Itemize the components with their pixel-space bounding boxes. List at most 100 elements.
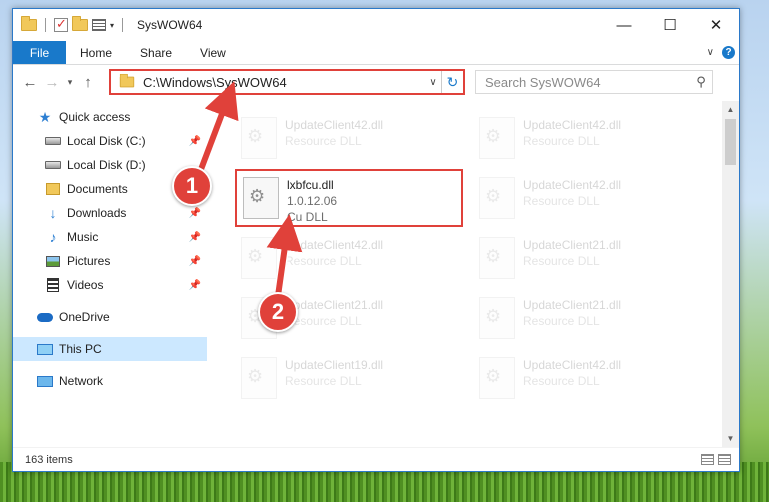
sidebar-item-music[interactable]: ♪ Music 📌 [13,225,207,249]
customize-toolbar-arrow-icon[interactable]: ▾ [110,21,114,30]
sidebar-item-onedrive[interactable]: OneDrive [13,305,207,329]
pin-icon[interactable]: 📌 [189,256,201,267]
properties-icon[interactable] [92,19,106,31]
file-name: UpdateClient21.dll [285,298,384,312]
new-folder-icon[interactable] [72,16,88,31]
properties-check-icon[interactable] [54,16,68,32]
sidebar-item-label: Local Disk (D:) [67,158,146,172]
step-marker-2: 2 [258,292,298,332]
videos-icon [45,277,61,293]
file-item-lxbfcu[interactable]: lxbfcu.dll 1.0.12.06 Cu DLL [235,169,463,227]
folder-icon [21,16,37,31]
file-name: UpdateClient42.dll [523,118,622,132]
tab-file[interactable]: File [13,41,66,64]
search-placeholder: Search SysWOW64 [485,74,601,90]
dll-file-icon [241,237,277,279]
sidebar-item-label: Local Disk (C:) [67,134,146,148]
recent-locations-chevron-icon[interactable]: ▾ [63,77,77,88]
item-count: 163 items [25,453,73,466]
scrollbar-thumb[interactable] [725,119,736,165]
music-icon: ♪ [49,229,57,245]
file-name: UpdateClient42.dll [285,238,384,252]
pin-icon[interactable]: 📌 [189,232,201,243]
file-type: Resource DLL [523,134,600,148]
file-item[interactable]: UpdateClient42.dll Resource DLL [235,111,451,169]
maximize-button[interactable]: ☐ [647,9,693,41]
scroll-up-arrow-icon[interactable]: ▲ [722,101,739,118]
expand-ribbon-chevron-icon[interactable]: ∨ [707,47,714,58]
refresh-icon[interactable]: ↻ [441,71,463,93]
address-dropdown-chevron-icon[interactable]: ∨ [425,77,441,88]
vertical-scrollbar[interactable]: ▲ ▼ [722,101,739,447]
toolbar-divider [122,18,124,32]
step-marker-1: 1 [172,166,212,206]
dll-file-icon [241,117,277,159]
sidebar-item-quick-access[interactable]: ★ Quick access [13,105,207,129]
file-item[interactable]: UpdateClient19.dll Resource DLL [235,351,451,409]
file-item[interactable]: UpdateClient21.dll Resource DLL [473,291,689,349]
close-button[interactable]: ✕ [693,9,739,41]
minimize-button[interactable]: — [601,9,647,41]
navigation-pane: ★ Quick access Local Disk (C:) 📌 Local Dis… [13,101,207,447]
file-item[interactable]: UpdateClient42.dll Resource DLL [473,111,689,169]
address-bar[interactable]: C:\Windows\SysWOW64 ∨ ↻ [109,69,465,95]
computer-icon [37,341,53,357]
address-path[interactable]: C:\Windows\SysWOW64 [143,75,287,90]
forward-arrow-icon[interactable]: → [41,74,63,91]
cloud-icon [37,309,53,325]
drive-icon [45,133,61,149]
file-item[interactable]: UpdateClient42.dll Resource DLL [235,231,451,289]
sidebar-item-downloads[interactable]: ↓ Downloads 📌 [13,201,207,225]
sidebar-item-label: Downloads [67,206,127,220]
tab-home[interactable]: Home [66,41,126,64]
sidebar-item-label: This PC [59,342,102,356]
explorer-body: ★ Quick access Local Disk (C:) 📌 Local Dis… [13,101,739,447]
file-type: Resource DLL [523,194,600,208]
dll-file-icon [479,357,515,399]
file-version: 1.0.12.06 [287,194,338,208]
file-name: UpdateClient21.dll [523,238,622,252]
drive-icon [45,157,61,173]
file-item[interactable]: UpdateClient21.dll Resource DLL [473,231,689,289]
sidebar-item-this-pc[interactable]: This PC [13,337,207,361]
quick-access-toolbar: ▾ [21,16,127,32]
up-arrow-icon[interactable]: ↑ [77,74,99,91]
search-icon[interactable]: ⚲ [690,74,712,90]
folder-icon [119,73,135,88]
pin-icon[interactable]: 📌 [189,280,201,291]
pin-icon[interactable]: 📌 [189,208,201,219]
sidebar-item-pictures[interactable]: Pictures 📌 [13,249,207,273]
file-item[interactable]: UpdateClient42.dll Resource DLL [473,351,689,409]
details-view-icon[interactable] [701,454,714,465]
sidebar-item-local-disk-c[interactable]: Local Disk (C:) 📌 [13,129,207,153]
file-explorer-window: ▾ SysWOW64 — ☐ ✕ File Home Share View ∨ … [12,8,740,472]
star-icon: ★ [38,108,52,125]
back-arrow-icon[interactable]: ← [19,74,41,91]
tab-share[interactable]: Share [126,41,186,64]
sidebar-item-network[interactable]: Network [13,369,207,393]
scroll-down-arrow-icon[interactable]: ▼ [722,430,739,447]
download-icon: ↓ [49,205,57,221]
file-type: Resource DLL [523,314,600,328]
help-icon[interactable]: ? [722,46,735,59]
file-item[interactable]: UpdateClient42.dll Resource DLL [473,171,689,229]
file-type: Resource DLL [285,254,362,268]
dll-file-icon [479,237,515,279]
tab-view[interactable]: View [186,41,240,64]
dll-file-icon [243,177,279,219]
file-type: Resource DLL [523,374,600,388]
search-input[interactable]: Search SysWOW64 ⚲ [475,70,713,94]
network-icon [37,373,53,389]
sidebar-item-videos[interactable]: Videos 📌 [13,273,207,297]
dll-file-icon [479,177,515,219]
file-type: Resource DLL [285,314,362,328]
sidebar-item-label: Music [67,230,99,244]
view-toggle-group [701,454,739,465]
large-icons-view-icon[interactable] [718,454,731,465]
file-name: lxbfcu.dll [287,178,334,192]
toolbar-divider [45,18,46,32]
pin-icon[interactable]: 📌 [189,136,201,147]
